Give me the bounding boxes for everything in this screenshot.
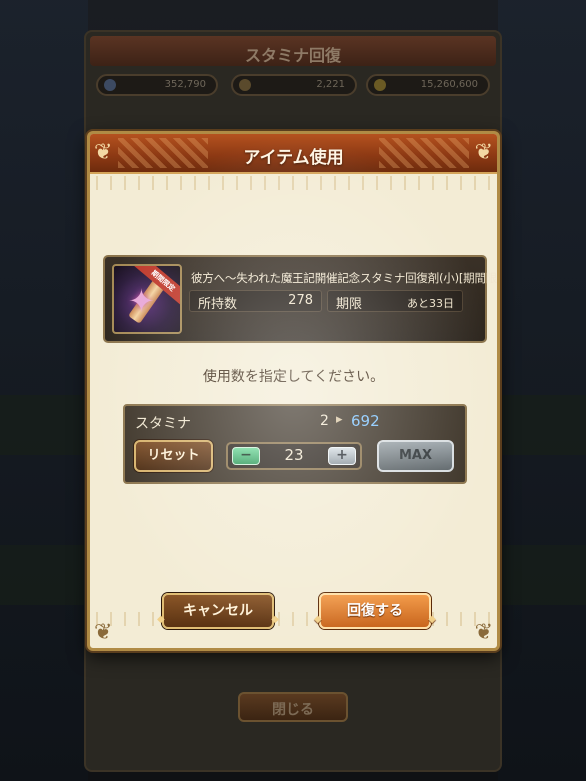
ornament-icon: ❦	[94, 620, 113, 645]
ornament-icon: ❦	[474, 140, 493, 165]
background-close-button: 閉じる	[238, 692, 348, 722]
background-left	[0, 0, 88, 781]
stamina-label: スタミナ	[135, 416, 191, 432]
owned-label: 所持数	[198, 297, 238, 312]
diamond-pattern	[90, 176, 497, 190]
ornament-icon: ❦	[474, 620, 493, 645]
item-name: 彼方へ～失われた魔王記開催記念スタミナ回復剤(小)[期間限定]	[191, 271, 500, 285]
ornament-icon: ❦	[94, 140, 113, 165]
expiry: 期限 あと33日	[327, 290, 463, 312]
owned-value: 278	[288, 293, 313, 308]
reset-button[interactable]: リセット	[134, 440, 213, 472]
quantity-stepper: − 23 +	[226, 442, 362, 470]
sparkle-icon: ✦	[128, 282, 155, 320]
item-use-dialog: アイテム使用 ❦ ❦ ❦ ❦ ✦ 期間限定 彼方へ～失われた魔王記開催記念スタミ…	[87, 131, 500, 651]
owned-count: 所持数 278	[189, 290, 322, 312]
cancel-button[interactable]: キャンセル	[157, 593, 279, 636]
arrow-right-icon: ▸	[336, 412, 343, 427]
max-button[interactable]: MAX	[377, 440, 454, 472]
currency-pill: 15,260,600	[366, 74, 490, 96]
plus-button[interactable]: +	[328, 447, 356, 465]
item-card: ✦ 期間限定 彼方へ～失われた魔王記開催記念スタミナ回復剤(小)[期間限定] 所…	[103, 255, 497, 343]
currency-pill: 2,221	[231, 74, 357, 96]
expiry-label: 期限	[336, 297, 363, 312]
background-right	[498, 0, 586, 781]
background-header: スタミナ回復	[90, 36, 496, 66]
dialog-header: アイテム使用 ❦ ❦	[90, 134, 497, 174]
stamina-current: 2	[320, 413, 329, 429]
instruction-text: 使用数を指定してください。	[202, 369, 385, 385]
stamina-panel: スタミナ 2 ▸ 692 リセット − 23 + MAX	[123, 404, 467, 484]
currency-pill: 352,790	[96, 74, 218, 96]
dialog-title: アイテム使用	[243, 148, 344, 168]
minus-button[interactable]: −	[232, 447, 260, 465]
background-title: スタミナ回復	[244, 46, 341, 65]
recover-button[interactable]: 回復する	[314, 593, 436, 636]
stamina-after: 692	[351, 412, 380, 430]
expiry-value: あと33日	[407, 297, 454, 310]
stamina-potion-icon: ✦ 期間限定	[112, 264, 182, 334]
quantity-value: 23	[284, 446, 304, 464]
